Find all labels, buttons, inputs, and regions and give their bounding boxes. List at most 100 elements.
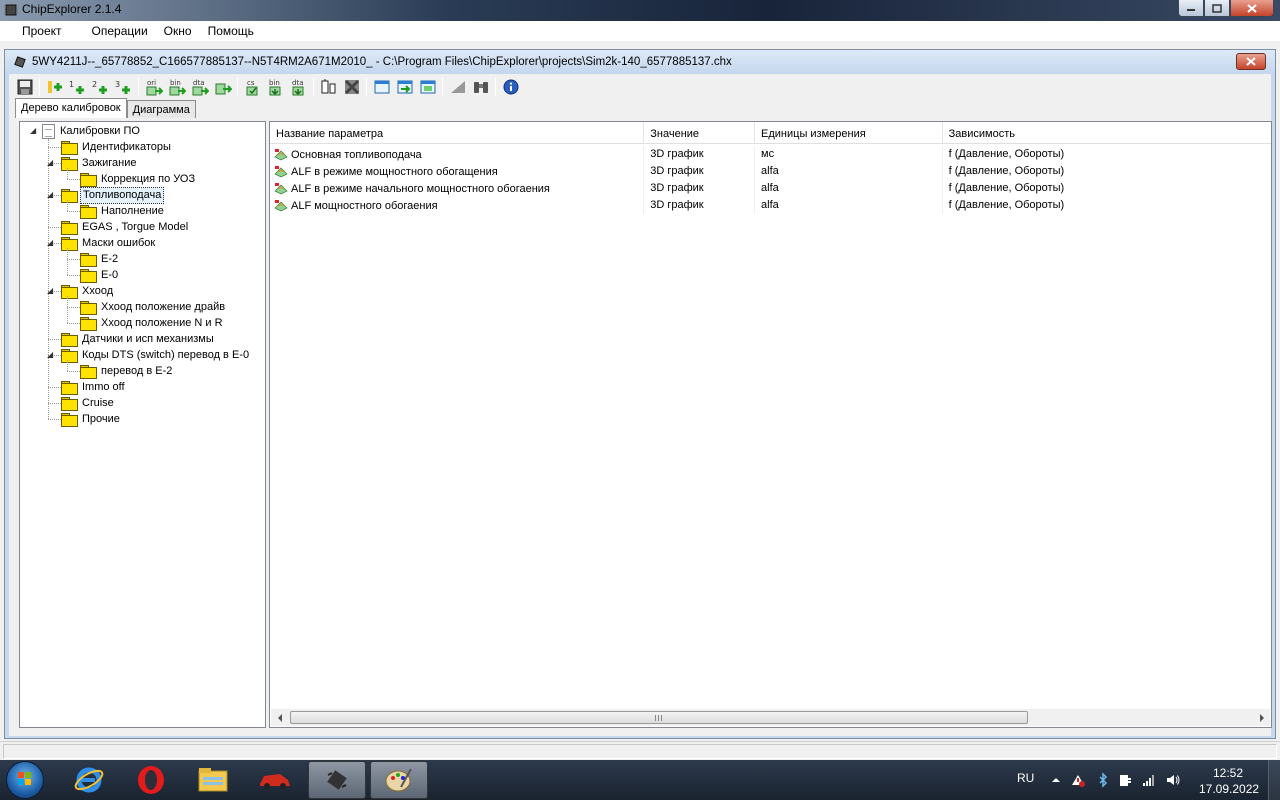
tree-root[interactable]: Калибровки ПО [42, 123, 142, 139]
show-hidden-icons-icon[interactable] [1048, 772, 1064, 788]
import-ori-icon: ori [146, 79, 163, 96]
compare-button[interactable] [317, 76, 340, 98]
project-close-button[interactable] [1236, 53, 1266, 70]
taskbar-app-car[interactable] [246, 761, 304, 799]
add-button[interactable] [43, 76, 66, 98]
folder-icon [61, 333, 78, 347]
checksum-button[interactable]: cs [241, 76, 264, 98]
export-bin-button[interactable]: bin [264, 76, 287, 98]
start-button[interactable] [6, 761, 44, 799]
collapse-arrow-icon[interactable]: ◢ [47, 159, 55, 167]
tree-item[interactable]: Идентификаторы [61, 139, 173, 155]
tab-calibration-tree[interactable]: Дерево калибровок [15, 98, 127, 118]
tree-item[interactable]: Наполнение [80, 203, 166, 219]
delete-icon [344, 79, 359, 95]
folder-icon [61, 237, 78, 251]
window-forward-button[interactable] [393, 76, 416, 98]
network-signal-icon[interactable] [1141, 772, 1157, 788]
chipexplorer-icon [327, 770, 347, 790]
ramp-button[interactable] [446, 76, 469, 98]
save-button[interactable] [13, 76, 36, 98]
power-icon[interactable] [1117, 772, 1133, 788]
minimize-button[interactable] [1178, 0, 1204, 17]
close-icon [1246, 57, 1256, 66]
taskbar-app-chipexplorer[interactable] [308, 761, 366, 799]
tab-diagram[interactable]: Диаграмма [126, 100, 196, 118]
collapse-arrow-icon[interactable]: ◢ [30, 127, 38, 135]
folder-icon [80, 205, 97, 219]
taskbar-app-ie[interactable] [60, 761, 118, 799]
close-button[interactable] [1230, 0, 1274, 17]
taskbar-app-explorer[interactable] [184, 761, 242, 799]
collapse-arrow-icon[interactable]: ◢ [47, 239, 55, 247]
tree-item[interactable]: Ххоод [61, 283, 115, 299]
car-app-icon [260, 774, 290, 789]
language-indicator[interactable]: RU [1017, 771, 1034, 785]
clock-date[interactable]: 17.09.2022 [1199, 782, 1259, 796]
tree-item[interactable]: Коды DTS (switch) перевод в E-0 [61, 347, 251, 363]
table-row[interactable]: ALF в режиме мощностного обогащения 3D гр… [270, 163, 1271, 180]
volume-icon[interactable] [1165, 772, 1181, 788]
import-ori-button[interactable]: ori [142, 76, 165, 98]
tree-item[interactable]: Прочие [61, 411, 122, 427]
tree-item[interactable]: E-0 [80, 267, 120, 283]
taskbar-app-opera[interactable] [122, 761, 180, 799]
column-header-units[interactable]: Единицы измерения [755, 122, 943, 144]
toolbar-separator [366, 78, 367, 96]
clock-time[interactable]: 12:52 [1213, 766, 1243, 780]
tree-item[interactable]: Коррекция по УОЗ [80, 171, 197, 187]
add-3-button[interactable]: 3 [112, 76, 135, 98]
horizontal-scrollbar[interactable] [271, 709, 1270, 726]
parameter-name: ALF мощностного обогаения [291, 199, 438, 212]
arrow-left-icon [277, 713, 282, 722]
menu-help[interactable]: Помощь [200, 21, 262, 41]
tree-item[interactable]: EGAS , Torgue Model [61, 219, 190, 235]
column-header-name[interactable]: Название параметра [270, 122, 645, 144]
tree-item[interactable]: Маски ошибок [61, 235, 157, 251]
tree-item[interactable]: Ххоод положение драйв [80, 299, 227, 315]
tree-item[interactable]: Immo off [61, 379, 127, 395]
export-dta-button[interactable]: dta [287, 76, 310, 98]
cell-units: alfa [755, 197, 943, 214]
add-1-button[interactable]: 1 [66, 76, 89, 98]
action-center-icon[interactable] [1070, 772, 1086, 788]
window-list-button[interactable] [416, 76, 439, 98]
import-dta-button[interactable]: dta [188, 76, 211, 98]
tree-item[interactable]: E-2 [80, 251, 120, 267]
tree-item[interactable]: Cruise [61, 395, 116, 411]
scroll-thumb[interactable] [290, 711, 1028, 724]
run-button[interactable] [211, 76, 234, 98]
column-header-value[interactable]: Значение [644, 122, 756, 144]
scroll-left-button[interactable] [271, 709, 288, 726]
collapse-arrow-icon[interactable]: ◢ [47, 351, 55, 359]
table-row[interactable]: Основная топливоподача 3D график мс f (Давл… [270, 146, 1271, 163]
tree-item[interactable]: Ххоод положение N и R [80, 315, 225, 331]
collapse-arrow-icon[interactable]: ◢ [47, 287, 55, 295]
tree-item-label: Ххоод положение N и R [101, 316, 223, 329]
menu-window[interactable]: Окно [156, 21, 200, 41]
delete-button[interactable] [340, 76, 363, 98]
tree-item[interactable]: Датчики и исп механизмы [61, 331, 216, 347]
column-header-dependency[interactable]: Зависимость [943, 122, 1271, 144]
add-2-button[interactable]: 2 [89, 76, 112, 98]
collapse-arrow-icon[interactable]: ◢ [47, 191, 55, 199]
menu-project[interactable]: Проект [0, 21, 84, 41]
search-button[interactable] [469, 76, 492, 98]
scroll-right-button[interactable] [1253, 709, 1270, 726]
add-2-icon: 2 [92, 80, 107, 94]
maximize-button[interactable] [1204, 0, 1230, 17]
taskbar-app-paint[interactable] [370, 761, 428, 799]
table-row[interactable]: ALF мощностного обогаения 3D график alfa f … [270, 197, 1271, 214]
tree-item-label: Ххоод [82, 284, 114, 297]
window-button[interactable] [370, 76, 393, 98]
cell-name: ALF мощностного обогаения [270, 197, 645, 214]
tree-item[interactable]: Зажигание [61, 155, 139, 171]
import-bin-button[interactable]: bin [165, 76, 188, 98]
menu-operations[interactable]: Операции [84, 21, 156, 41]
about-button[interactable] [499, 76, 522, 98]
tree-item[interactable]: перевод в E-2 [80, 363, 174, 379]
show-desktop-button[interactable] [1268, 760, 1280, 800]
table-row[interactable]: ALF в режиме начального мощностного обог… [270, 180, 1271, 197]
bluetooth-icon[interactable] [1095, 772, 1111, 788]
tree-item[interactable]: Топливоподача [61, 186, 165, 204]
